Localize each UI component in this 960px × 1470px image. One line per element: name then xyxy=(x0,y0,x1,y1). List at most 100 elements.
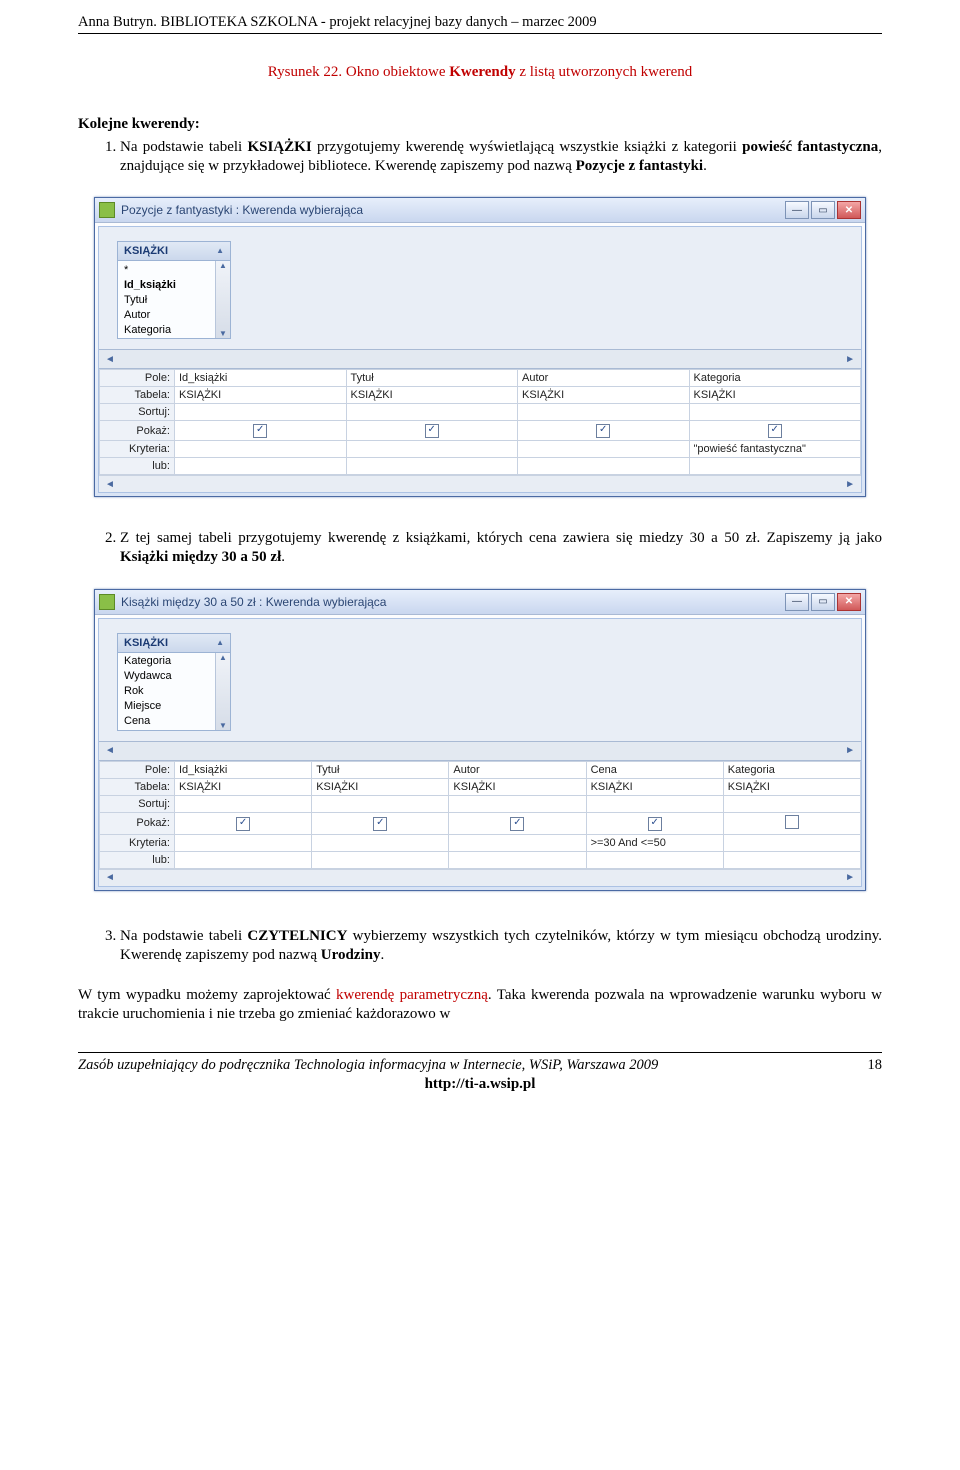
close-button[interactable]: ✕ xyxy=(837,593,861,611)
grid-cell[interactable] xyxy=(723,812,860,834)
grid-cell[interactable]: Tytuł xyxy=(312,761,449,778)
grid-cell[interactable] xyxy=(689,404,861,421)
grid-cell[interactable] xyxy=(312,812,449,834)
grid-cell[interactable]: KSIĄŻKI xyxy=(175,778,312,795)
field-row[interactable]: * xyxy=(118,262,230,277)
grid-cell[interactable] xyxy=(175,834,312,851)
grid-cell[interactable]: Kategoria xyxy=(689,370,861,387)
pane-splitter[interactable]: ◄► xyxy=(99,349,861,369)
grid-cell[interactable] xyxy=(346,404,518,421)
grid-cell[interactable] xyxy=(518,458,690,475)
scroll-right-icon[interactable]: ► xyxy=(845,354,855,365)
show-checkbox[interactable] xyxy=(785,815,799,829)
grid-cell[interactable]: KSIĄŻKI xyxy=(312,778,449,795)
scrollbar[interactable]: ▲▼ xyxy=(215,653,230,730)
grid-cell[interactable]: KSIĄŻKI xyxy=(586,778,723,795)
field-row[interactable]: Rok xyxy=(118,684,230,699)
grid-cell[interactable]: Kategoria xyxy=(723,761,860,778)
maximize-button[interactable]: ▭ xyxy=(811,593,835,611)
grid-cell[interactable] xyxy=(723,795,860,812)
design-surface[interactable]: KSIĄŻKI▲ * Id_książki Tytuł Autor Katego… xyxy=(99,227,861,349)
table-fieldlist[interactable]: KSIĄŻKI▲ * Id_książki Tytuł Autor Katego… xyxy=(117,241,231,339)
scroll-down-icon[interactable]: ▼ xyxy=(219,329,227,338)
table-fieldlist[interactable]: KSIĄŻKI▲ Kategoria Wydawca Rok Miejsce C… xyxy=(117,633,231,731)
scrollbar[interactable]: ◄► xyxy=(99,869,861,886)
minimize-button[interactable]: — xyxy=(785,201,809,219)
grid-cell[interactable]: KSIĄŻKI xyxy=(723,778,860,795)
field-row[interactable]: Id_książki xyxy=(118,277,230,292)
grid-cell[interactable] xyxy=(175,851,312,868)
grid-cell[interactable] xyxy=(175,812,312,834)
grid-cell[interactable] xyxy=(312,851,449,868)
field-row[interactable]: Tytuł xyxy=(118,292,230,307)
collapse-icon[interactable]: ▲ xyxy=(216,639,224,647)
grid-cell[interactable] xyxy=(175,421,347,441)
scroll-left-icon[interactable]: ◄ xyxy=(105,354,115,365)
grid-cell[interactable] xyxy=(346,421,518,441)
titlebar[interactable]: Kisążki między 30 a 50 zł : Kwerenda wyb… xyxy=(95,590,865,615)
grid-cell[interactable] xyxy=(518,404,690,421)
grid-cell[interactable]: KSIĄŻKI xyxy=(346,387,518,404)
show-checkbox[interactable] xyxy=(648,817,662,831)
field-row[interactable]: Kategoria xyxy=(118,654,230,669)
scroll-left-icon[interactable]: ◄ xyxy=(105,745,115,756)
design-surface[interactable]: KSIĄŻKI▲ Kategoria Wydawca Rok Miejsce C… xyxy=(99,619,861,741)
grid-cell[interactable]: KSIĄŻKI xyxy=(689,387,861,404)
grid-cell[interactable] xyxy=(586,851,723,868)
scroll-left-icon[interactable]: ◄ xyxy=(105,872,115,883)
show-checkbox[interactable] xyxy=(253,424,267,438)
scroll-down-icon[interactable]: ▼ xyxy=(219,721,227,730)
grid-cell[interactable] xyxy=(175,404,347,421)
scroll-up-icon[interactable]: ▲ xyxy=(219,261,227,270)
show-checkbox[interactable] xyxy=(596,424,610,438)
scroll-up-icon[interactable]: ▲ xyxy=(219,653,227,662)
show-checkbox[interactable] xyxy=(425,424,439,438)
field-row[interactable]: Wydawca xyxy=(118,669,230,684)
grid-cell[interactable] xyxy=(586,795,723,812)
grid-cell[interactable] xyxy=(346,441,518,458)
grid-cell[interactable] xyxy=(689,458,861,475)
maximize-button[interactable]: ▭ xyxy=(811,201,835,219)
collapse-icon[interactable]: ▲ xyxy=(216,247,224,255)
grid-cell[interactable] xyxy=(586,812,723,834)
close-button[interactable]: ✕ xyxy=(837,201,861,219)
scroll-left-icon[interactable]: ◄ xyxy=(105,479,115,490)
grid-cell[interactable]: Autor xyxy=(518,370,690,387)
grid-cell[interactable] xyxy=(518,441,690,458)
scrollbar[interactable]: ◄► xyxy=(99,475,861,492)
grid-cell[interactable] xyxy=(175,458,347,475)
show-checkbox[interactable] xyxy=(510,817,524,831)
grid-cell[interactable]: Tytuł xyxy=(346,370,518,387)
scroll-right-icon[interactable]: ► xyxy=(845,872,855,883)
grid-cell[interactable] xyxy=(449,851,586,868)
grid-cell[interactable] xyxy=(689,421,861,441)
grid-cell[interactable] xyxy=(175,795,312,812)
minimize-button[interactable]: — xyxy=(785,593,809,611)
grid-cell[interactable]: >=30 And <=50 xyxy=(586,834,723,851)
grid-cell[interactable] xyxy=(449,795,586,812)
field-row[interactable]: Kategoria xyxy=(118,322,230,337)
grid-cell[interactable]: "powieść fantastyczna" xyxy=(689,441,861,458)
grid-cell[interactable]: KSIĄŻKI xyxy=(518,387,690,404)
grid-cell[interactable] xyxy=(312,795,449,812)
design-grid[interactable]: Pole: Id_książki Tytuł Autor Kategoria T… xyxy=(99,369,861,475)
scrollbar[interactable]: ▲▼ xyxy=(215,261,230,338)
field-row[interactable]: Miejsce xyxy=(118,699,230,714)
grid-cell[interactable] xyxy=(723,851,860,868)
scroll-right-icon[interactable]: ► xyxy=(845,745,855,756)
grid-cell[interactable] xyxy=(449,834,586,851)
design-grid[interactable]: Pole: Id_książki Tytuł Autor Cena Katego… xyxy=(99,761,861,869)
show-checkbox[interactable] xyxy=(373,817,387,831)
grid-cell[interactable] xyxy=(449,812,586,834)
field-row[interactable]: Autor xyxy=(118,307,230,322)
titlebar[interactable]: Pozycje z fantyastyki : Kwerenda wybiera… xyxy=(95,198,865,223)
grid-cell[interactable]: Id_książki xyxy=(175,370,347,387)
grid-cell[interactable] xyxy=(346,458,518,475)
grid-cell[interactable] xyxy=(312,834,449,851)
grid-cell[interactable]: Id_książki xyxy=(175,761,312,778)
grid-cell[interactable]: KSIĄŻKI xyxy=(175,387,347,404)
field-row[interactable]: Cena xyxy=(118,714,230,729)
grid-cell[interactable] xyxy=(723,834,860,851)
scroll-right-icon[interactable]: ► xyxy=(845,479,855,490)
grid-cell[interactable]: Cena xyxy=(586,761,723,778)
